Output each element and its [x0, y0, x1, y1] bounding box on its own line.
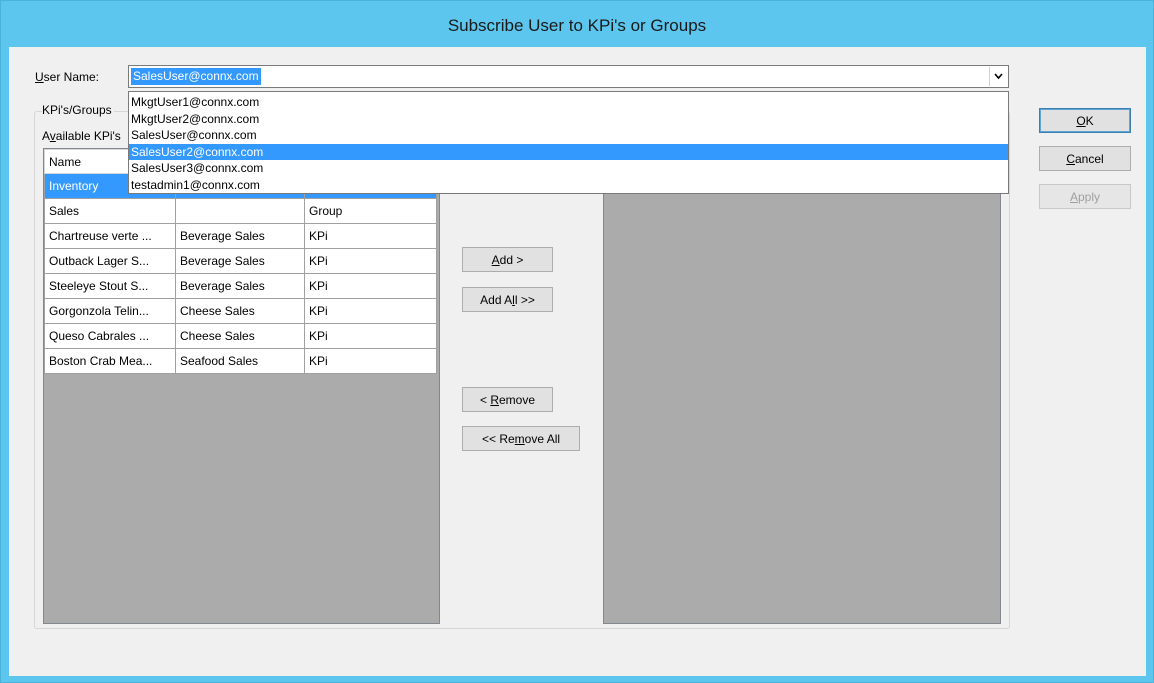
title-bar[interactable]: Subscribe User to KPi's or Groups — [1, 1, 1153, 47]
table-cell: Group — [304, 198, 437, 224]
dropdown-option[interactable]: SalesUser2@connx.com — [129, 143, 1008, 161]
table-row[interactable]: Gorgonzola Telin... Cheese Sales KPi — [44, 298, 437, 324]
subscribed-kpis-list[interactable] — [603, 148, 1001, 624]
apply-button[interactable]: Apply — [1039, 184, 1131, 209]
table-cell: Beverage Sales — [175, 248, 305, 274]
table-row[interactable]: Sales Group — [44, 198, 437, 224]
dropdown-option[interactable]: MkgtUser1@connx.com — [129, 94, 1008, 111]
user-name-selected-value: SalesUser@connx.com — [131, 68, 261, 85]
table-cell: KPi — [304, 298, 437, 324]
table-cell: Seafood Sales — [175, 348, 305, 374]
available-kpis-list[interactable]: Name Inventory Sales Group Chartreuse verte… — [43, 148, 440, 624]
dropdown-option[interactable]: SalesUser@connx.com — [129, 127, 1008, 144]
add-button[interactable]: Add > — [462, 247, 553, 272]
user-name-label: User Name: — [35, 70, 100, 84]
table-cell: Outback Lager S... — [44, 248, 176, 274]
dropdown-option[interactable]: testadmin1@connx.com — [129, 177, 1008, 194]
table-cell: Steeleye Stout S... — [44, 273, 176, 299]
remove-all-button[interactable]: << Re m ove All — [462, 426, 580, 451]
table-row[interactable]: Steeleye Stout S... Beverage Sales KPi — [44, 273, 437, 299]
table-cell: Queso Cabrales ... — [44, 323, 176, 349]
table-cell — [175, 198, 305, 224]
available-kpis-label: Available KPi's — [42, 129, 121, 143]
table-cell: Boston Crab Mea... — [44, 348, 176, 374]
table-cell: Gorgonzola Telin... — [44, 298, 176, 324]
table-cell: KPi — [304, 323, 437, 349]
add-all-button[interactable]: Add All >> — [462, 287, 553, 312]
user-name-combobox[interactable]: SalesUser@connx.com — [128, 65, 1009, 88]
table-cell: Sales — [44, 198, 176, 224]
table-row[interactable]: Boston Crab Mea... Seafood Sales KPi — [44, 348, 437, 374]
dropdown-option[interactable]: MkgtUser2@connx.com — [129, 111, 1008, 128]
kpi-groups-label: KPi's/Groups — [42, 103, 114, 117]
user-name-dropdown-list[interactable]: MkgtUser1@connx.com MkgtUser2@connx.com Sa… — [128, 91, 1009, 194]
table-row[interactable]: Queso Cabrales ... Cheese Sales KPi — [44, 323, 437, 349]
table-cell: KPi — [304, 248, 437, 274]
table-row[interactable]: Outback Lager S... Beverage Sales KPi — [44, 248, 437, 274]
cancel-button[interactable]: Cancel — [1039, 146, 1131, 171]
chevron-down-icon[interactable] — [989, 67, 1007, 86]
ok-button[interactable]: OK — [1039, 108, 1131, 133]
table-row[interactable]: Chartreuse verte ... Beverage Sales KPi — [44, 223, 437, 249]
table-cell: Beverage Sales — [175, 223, 305, 249]
remove-button[interactable]: < Remove — [462, 387, 553, 412]
table-cell: Cheese Sales — [175, 323, 305, 349]
table-cell: KPi — [304, 273, 437, 299]
dialog-client-area: User Name: KPi's/Groups Available KPi's … — [9, 47, 1146, 676]
window-title: Subscribe User to KPi's or Groups — [447, 16, 707, 35]
table-cell: KPi — [304, 223, 437, 249]
table-cell: Beverage Sales — [175, 273, 305, 299]
table-cell: Cheese Sales — [175, 298, 305, 324]
table-cell: Chartreuse verte ... — [44, 223, 176, 249]
table-cell: KPi — [304, 348, 437, 374]
dialog-window: Subscribe User to KPi's or Groups User N… — [0, 0, 1154, 683]
dropdown-option[interactable]: SalesUser3@connx.com — [129, 160, 1008, 177]
